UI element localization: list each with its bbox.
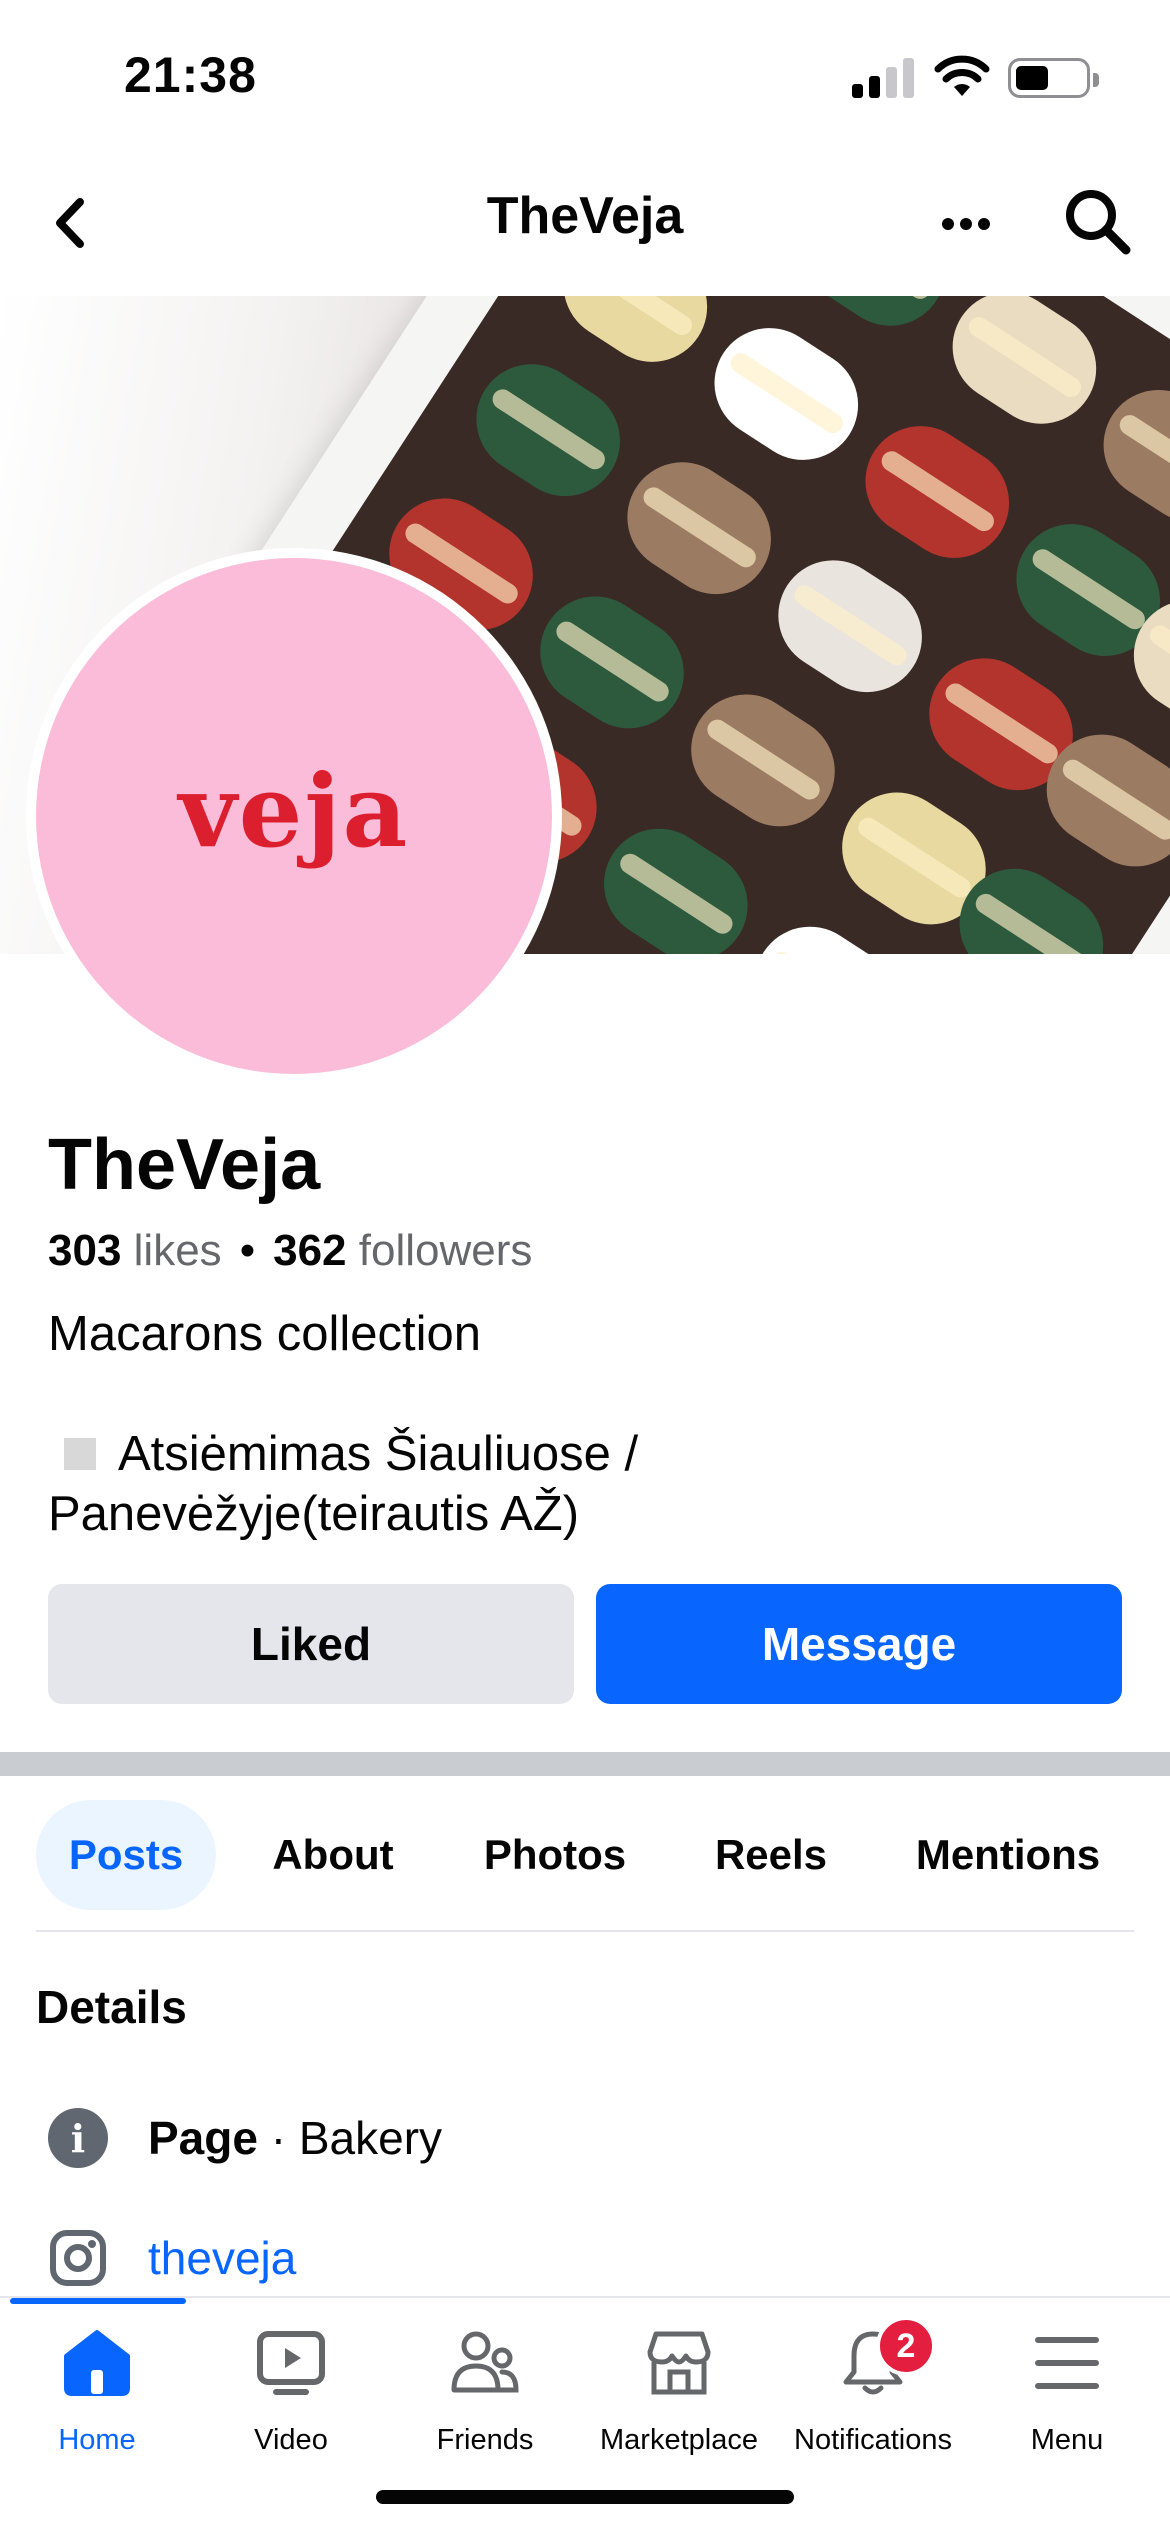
page-category-text: Page · Bakery — [148, 2111, 442, 2165]
nav-video[interactable]: Video — [194, 2328, 388, 2468]
page-category-row: i Page · Bakery — [48, 2106, 442, 2170]
nav-menu-label: Menu — [1030, 2424, 1104, 2456]
more-options-button[interactable] — [932, 198, 1000, 248]
friends-icon — [451, 2331, 519, 2393]
active-tab-indicator — [10, 2298, 186, 2304]
followers-count: 362 — [273, 1226, 347, 1275]
video-icon — [257, 2331, 325, 2395]
nav-marketplace-label: Marketplace — [600, 2424, 758, 2456]
tab-posts[interactable]: Posts — [36, 1800, 216, 1910]
stats-separator: • — [239, 1226, 256, 1275]
marketplace-icon — [647, 2331, 711, 2395]
category-value: Bakery — [298, 2112, 443, 2164]
profile-picture[interactable]: veja — [26, 548, 562, 1084]
page-stats: 303 likes • 362 followers — [48, 1226, 532, 1276]
tabs-divider — [36, 1930, 1134, 1932]
location-glyph-icon — [64, 1438, 96, 1470]
tab-about[interactable]: About — [250, 1800, 416, 1910]
nav-notifications[interactable]: 2 Notifications — [776, 2316, 970, 2468]
profile-tabs: Posts About Photos Reels Mentions — [0, 1800, 1170, 1910]
home-indicator[interactable] — [376, 2490, 794, 2504]
wifi-icon — [934, 55, 990, 96]
search-button[interactable] — [1060, 184, 1134, 258]
cellular-signal-icon — [852, 58, 914, 98]
tab-mentions[interactable]: Mentions — [900, 1800, 1116, 1910]
pickup-location: Atsiėmimas Šiauliuose / Panevėžyje(teira… — [48, 1424, 1048, 1544]
section-divider — [0, 1752, 1170, 1776]
location-line-1: Atsiėmimas Šiauliuose / — [118, 1427, 639, 1481]
category-label: Page — [148, 2112, 258, 2164]
likes-label: likes — [133, 1226, 222, 1275]
info-icon: i — [48, 2108, 108, 2168]
nav-friends[interactable]: Friends — [388, 2328, 582, 2468]
likes-count: 303 — [48, 1226, 122, 1275]
battery-icon — [1008, 58, 1099, 98]
nav-marketplace[interactable]: Marketplace — [582, 2328, 776, 2468]
message-button[interactable]: Message — [596, 1584, 1122, 1704]
tab-photos[interactable]: Photos — [470, 1800, 640, 1910]
veja-logo: veja — [178, 752, 410, 870]
page-header: TheVeja — [0, 150, 1170, 296]
category-separator: · — [270, 2112, 287, 2164]
page-bio: Macarons collection — [48, 1307, 482, 1361]
profile-picture-image: veja — [36, 558, 552, 1074]
nav-video-label: Video — [254, 2424, 328, 2456]
nav-friends-label: Friends — [436, 2424, 534, 2456]
details-heading: Details — [36, 1981, 187, 2033]
status-bar: 21:38 — [0, 0, 1170, 150]
nav-menu[interactable]: Menu — [970, 2328, 1164, 2468]
instagram-row: theveja — [48, 2226, 296, 2290]
followers-label: followers — [358, 1226, 533, 1275]
nav-home[interactable]: Home — [0, 2328, 194, 2468]
notifications-badge: 2 — [876, 2316, 936, 2376]
page-name: TheVeja — [48, 1125, 321, 1205]
instagram-icon — [50, 2230, 106, 2286]
nav-home-label: Home — [58, 2424, 136, 2456]
tab-reels[interactable]: Reels — [696, 1800, 846, 1910]
nav-notifications-label: Notifications — [794, 2424, 952, 2456]
location-line-2: Panevėžyje(teirautis AŽ) — [48, 1487, 580, 1541]
instagram-link[interactable]: theveja — [148, 2231, 296, 2285]
home-icon — [64, 2330, 130, 2396]
liked-button[interactable]: Liked — [48, 1584, 574, 1704]
menu-icon — [1035, 2337, 1099, 2389]
status-time: 21:38 — [124, 47, 257, 103]
